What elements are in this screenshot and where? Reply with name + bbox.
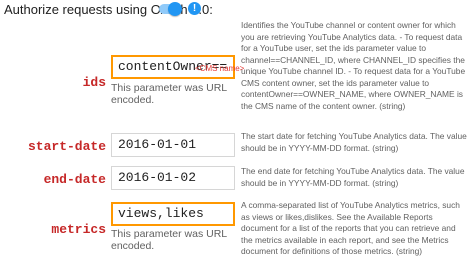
- param-name-ids: ids: [82, 75, 106, 90]
- start-date-description: The start date for fetching YouTube Anal…: [241, 131, 467, 153]
- metrics-encoded-note: This parameter was URL encoded.: [111, 228, 227, 252]
- info-icon[interactable]: !: [188, 2, 201, 15]
- toggle-knob: [168, 2, 182, 16]
- end-date-description: The end date for fetching YouTube Analyt…: [241, 166, 465, 188]
- param-name-start-date: start-date: [27, 139, 106, 154]
- metrics-description: A comma-separated list of YouTube Analyt…: [241, 200, 460, 256]
- start-date-input[interactable]: 2016-01-01: [111, 133, 235, 157]
- ids-description: Identifies the YouTube channel or conten…: [241, 20, 466, 111]
- param-name-metrics: metrics: [51, 222, 106, 237]
- oauth-toggle[interactable]: [155, 2, 182, 16]
- cms-name-annotation: <CMS name>: [195, 64, 245, 73]
- ids-encoded-note: This parameter was URL encoded.: [111, 82, 227, 106]
- param-name-end-date: end-date: [43, 172, 106, 187]
- end-date-input[interactable]: 2016-01-02: [111, 166, 235, 190]
- metrics-input[interactable]: views,likes: [111, 202, 235, 226]
